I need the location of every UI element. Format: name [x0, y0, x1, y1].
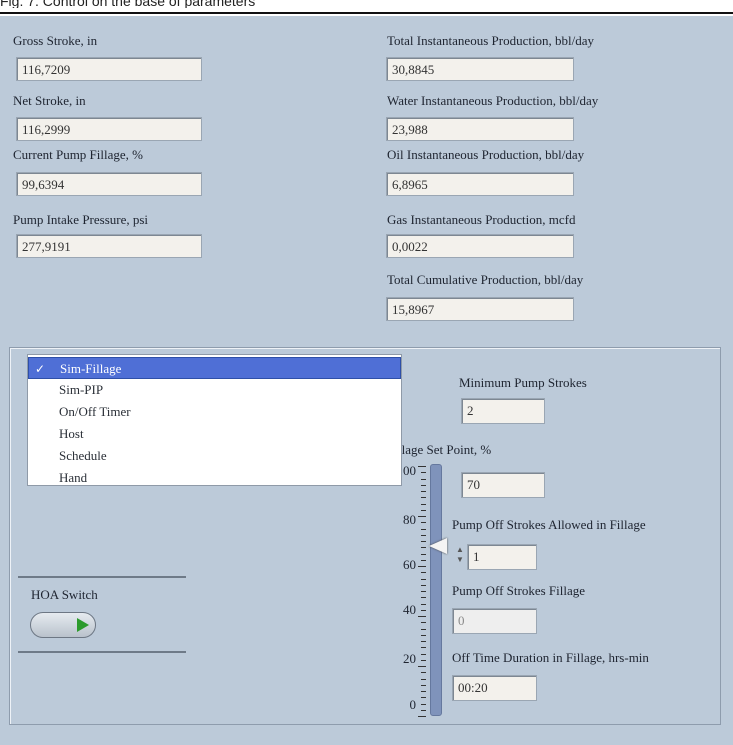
- slider-tick: [421, 653, 426, 655]
- slider-tick: [421, 709, 426, 711]
- pump-off-strokes-allowed-input[interactable]: 1: [467, 544, 537, 570]
- water-production-label: Water Instantaneous Production, bbl/day: [387, 93, 599, 108]
- net-stroke-label: Net Stroke, in: [13, 93, 86, 108]
- slider-tick-label-80: 80: [403, 512, 416, 527]
- slider-tick: [421, 484, 426, 486]
- slider-tick: [418, 616, 426, 617]
- gross-stroke-field: 116,7209: [16, 57, 202, 81]
- slider-tick-label-20: 20: [403, 651, 416, 666]
- pump-off-strokes-allowed-label: Pump Off Strokes Allowed in Fillage: [452, 517, 646, 532]
- slider-tick: [421, 672, 426, 674]
- gas-production-label: Gas Instantaneous Production, mcfd: [387, 212, 576, 227]
- slider-tick-label-0: 0: [409, 697, 417, 712]
- slider-thumb[interactable]: [429, 538, 447, 554]
- total-production-label: Total Instantaneous Production, bbl/day: [387, 33, 595, 48]
- slider-tick: [421, 472, 426, 474]
- slider-tick: [421, 547, 426, 549]
- slider-tick: [421, 697, 426, 699]
- hoa-divider-bottom: [18, 651, 186, 653]
- slider-tick: [421, 678, 426, 680]
- min-pump-strokes-input[interactable]: 2: [461, 398, 545, 424]
- menu-item-sim-fillage[interactable]: ✓ Sim-Fillage: [28, 357, 401, 379]
- slider-tick: [421, 659, 426, 661]
- figure-caption: Fig. 7. Control on the base of parameter…: [0, 0, 256, 8]
- slider-tick: [421, 684, 426, 686]
- hoa-divider-top: [18, 576, 186, 578]
- slider-tick: [418, 466, 426, 467]
- fillage-set-point-slider-track[interactable]: [430, 464, 442, 716]
- slider-tick: [421, 541, 426, 542]
- slider-tick: [421, 522, 426, 524]
- menu-item-schedule[interactable]: Schedule: [28, 445, 401, 467]
- caption-divider: [0, 12, 733, 14]
- slider-tick: [421, 584, 426, 586]
- gross-stroke-label: Gross Stroke, in: [13, 33, 98, 48]
- net-stroke-field: 116,2999: [16, 117, 202, 141]
- pump-off-strokes-fillage-field: 0: [452, 608, 537, 634]
- slider-tick: [421, 703, 426, 705]
- slider-tick: [421, 534, 426, 536]
- checkmark-icon: ✓: [35, 362, 46, 376]
- min-pump-strokes-label: Minimum Pump Strokes: [459, 375, 587, 390]
- pump-fillage-label: Current Pump Fillage, %: [13, 147, 143, 162]
- play-indicator-icon: [77, 618, 89, 632]
- slider-tick: [421, 691, 426, 692]
- slider-tick: [421, 491, 426, 492]
- gas-production-field: 0,0022: [386, 234, 574, 258]
- slider-tick: [421, 641, 426, 642]
- pump-intake-pressure-field: 277,9191: [16, 234, 202, 258]
- menu-item-on-off-timer[interactable]: On/Off Timer: [28, 401, 401, 423]
- slider-tick-marks: [418, 466, 428, 717]
- slider-tick: [421, 634, 426, 636]
- slider-tick: [421, 597, 426, 599]
- slider-tick: [421, 497, 426, 499]
- cumulative-production-label: Total Cumulative Production, bbl/day: [387, 272, 584, 287]
- pump-fillage-field: 99,6394: [16, 172, 202, 196]
- slider-tick: [418, 566, 426, 567]
- off-time-duration-label: Off Time Duration in Fillage, hrs-min: [452, 650, 649, 665]
- slider-tick: [421, 609, 426, 611]
- cumulative-production-field: 15,8967: [386, 297, 574, 321]
- slider-tick: [421, 603, 426, 605]
- fillage-set-point-label: llage Set Point, %: [398, 442, 492, 457]
- slider-tick-label-60: 60: [403, 557, 416, 572]
- menu-item-label: Sim-Fillage: [60, 361, 122, 376]
- slider-tick: [421, 503, 426, 505]
- slider-tick: [418, 716, 426, 717]
- oil-production-label: Oil Instantaneous Production, bbl/day: [387, 147, 585, 162]
- off-time-duration-input[interactable]: 00:20: [452, 675, 537, 701]
- total-production-field: 30,8845: [386, 57, 574, 81]
- pump-intake-pressure-label: Pump Intake Pressure, psi: [13, 212, 149, 227]
- slider-tick: [418, 516, 426, 517]
- menu-item-hand[interactable]: Hand: [28, 467, 401, 489]
- pump-off-strokes-fillage-label: Pump Off Strokes Fillage: [452, 583, 586, 598]
- menu-item-host[interactable]: Host: [28, 423, 401, 445]
- mode-dropdown-menu[interactable]: ✓ Sim-Fillage Sim-PIP On/Off Timer Host …: [27, 354, 402, 486]
- slider-tick: [421, 528, 426, 530]
- slider-tick: [421, 647, 426, 649]
- menu-item-sim-pip[interactable]: Sim-PIP: [28, 379, 401, 401]
- slider-tick: [421, 509, 426, 511]
- slider-tick: [421, 553, 426, 555]
- slider-tick: [421, 591, 426, 592]
- slider-tick: [421, 622, 426, 624]
- slider-tick: [418, 666, 426, 667]
- hoa-toggle-switch[interactable]: [30, 612, 96, 638]
- slider-tick: [421, 578, 426, 580]
- slider-tick: [421, 628, 426, 630]
- slider-tick: [421, 478, 426, 480]
- slider-tick-label-40: 40: [403, 602, 416, 617]
- hoa-switch-label: HOA Switch: [31, 587, 98, 602]
- slider-tick: [421, 559, 426, 561]
- stepper-arrows-icon[interactable]: ▲ ▼: [455, 545, 465, 569]
- fillage-set-point-input[interactable]: 70: [461, 472, 545, 498]
- oil-production-field: 6,8965: [386, 172, 574, 196]
- slider-tick: [421, 572, 426, 574]
- water-production-field: 23,988: [386, 117, 574, 141]
